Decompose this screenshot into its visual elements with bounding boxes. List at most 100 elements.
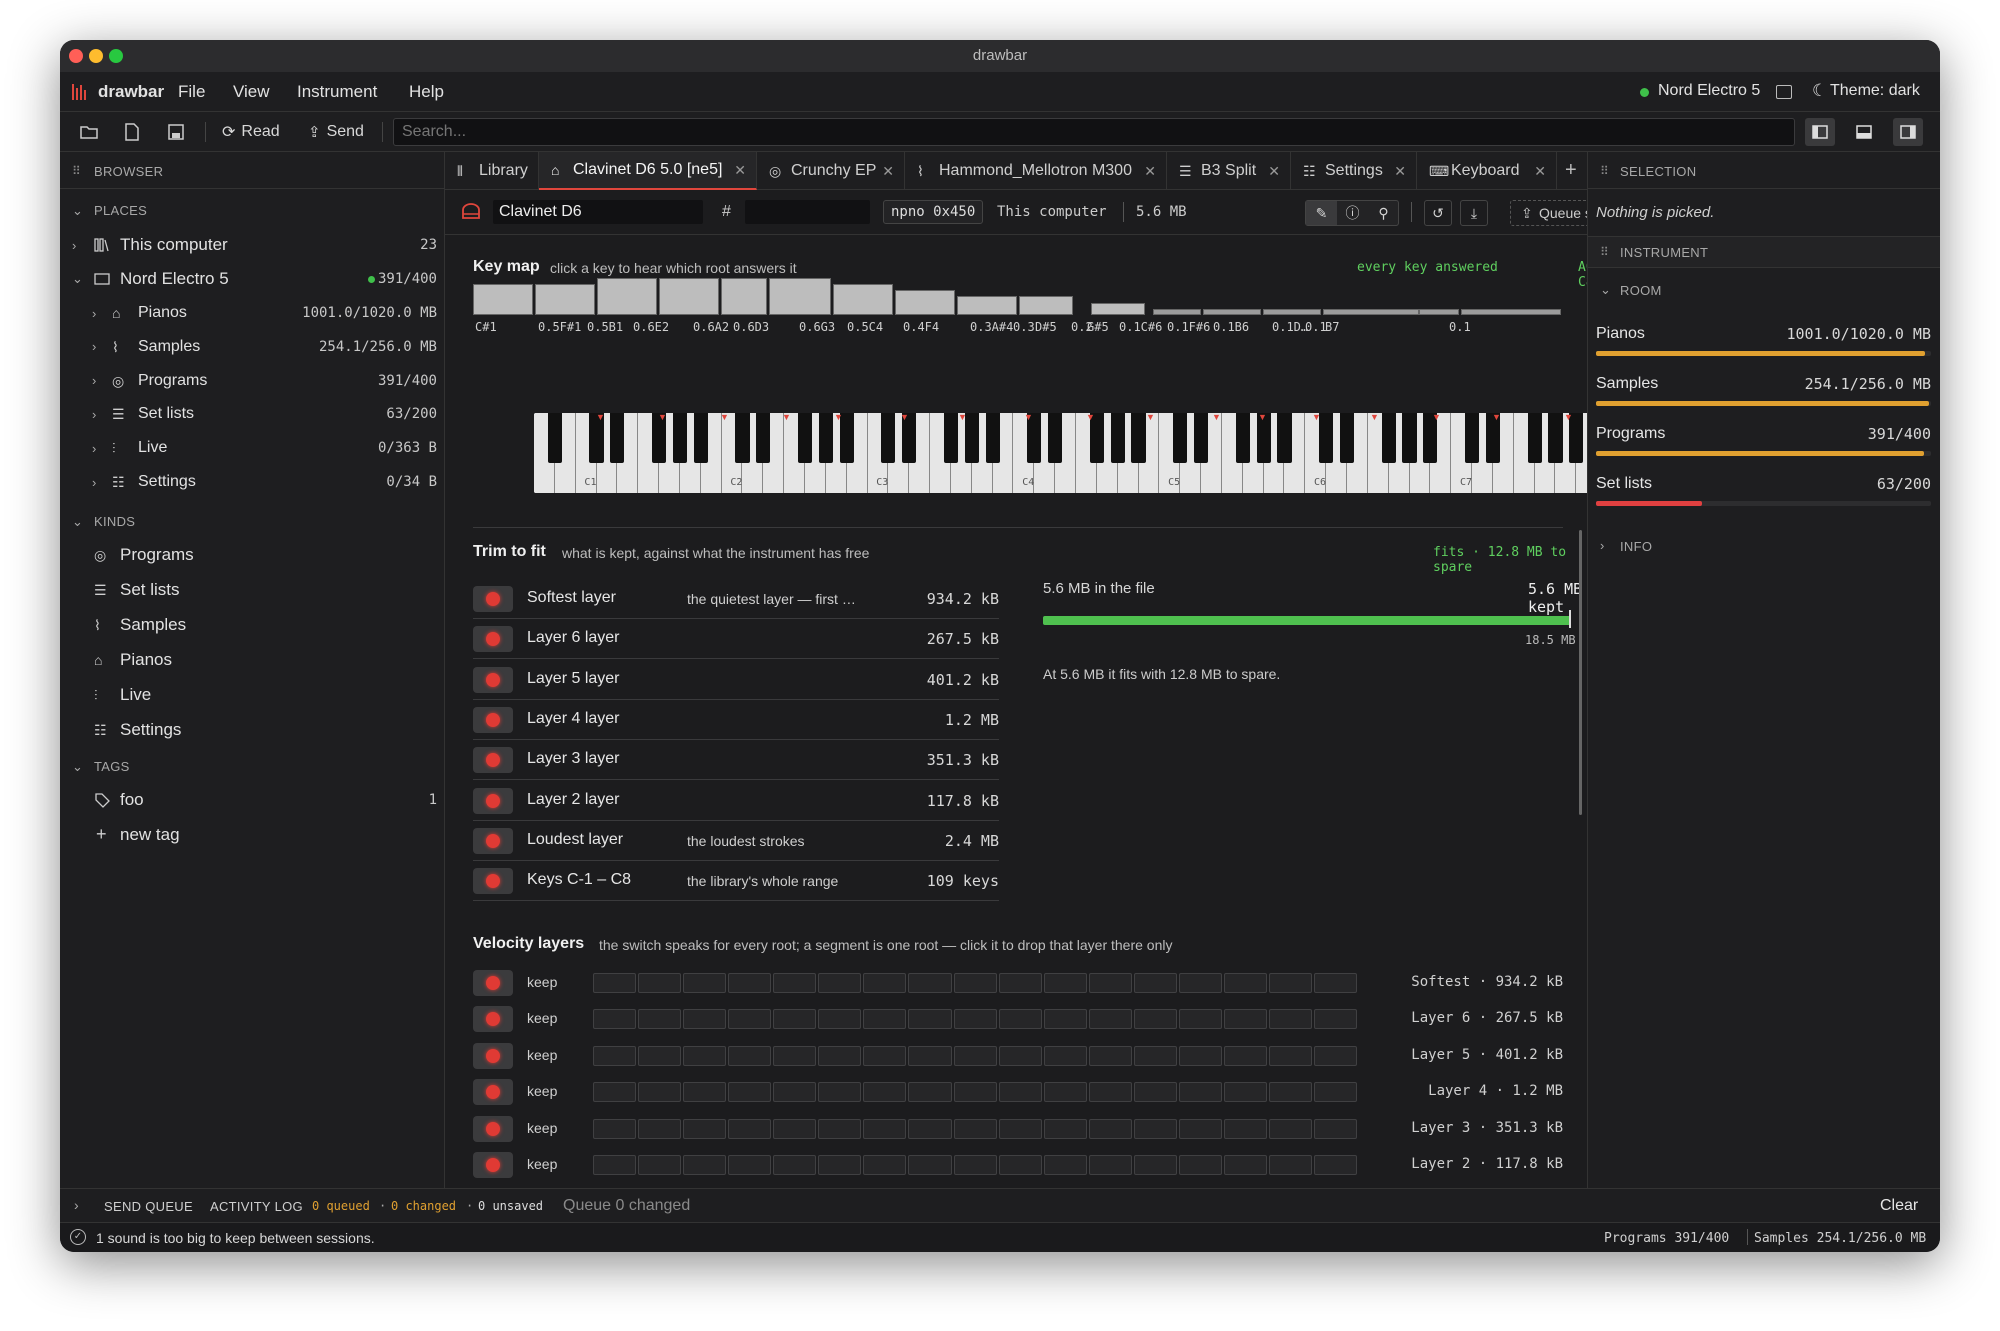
root-segment[interactable] [863,1155,907,1175]
keep-toggle[interactable] [473,666,513,693]
root-segment[interactable] [1223,1155,1267,1175]
new-tag-button[interactable]: + new tag [60,821,445,849]
root-segment[interactable] [683,1082,727,1103]
root-segment[interactable] [1268,973,1312,993]
root-segment[interactable] [1088,1118,1132,1139]
root-segment[interactable] [998,973,1042,993]
root-segment[interactable] [1223,1118,1267,1139]
black-key[interactable] [1339,413,1355,463]
root-segment[interactable] [683,973,727,993]
root-segment[interactable] [1043,1118,1087,1139]
root-bar[interactable] [833,284,893,315]
root-segment[interactable] [1314,1082,1358,1103]
root-bar[interactable] [957,296,1017,315]
black-key[interactable] [1131,413,1146,463]
hash-field[interactable] [745,200,870,224]
velocity-keep-toggle[interactable] [473,1115,513,1142]
device-item-settings[interactable]: › ☷ Settings 0/34 B [60,468,445,496]
black-key[interactable] [1048,413,1063,463]
root-segment[interactable] [1223,1045,1267,1066]
root-segment[interactable] [773,1009,817,1030]
black-key[interactable] [610,413,625,463]
tab-crunchy-ep[interactable]: ◎ Crunchy EP ✕ [757,152,905,190]
root-segment[interactable] [683,1045,727,1066]
root-segment[interactable] [998,1155,1042,1175]
close-tab-icon[interactable]: ✕ [734,162,746,179]
chevron-right-icon[interactable]: › [92,306,96,321]
chevron-right-icon[interactable]: › [72,238,76,253]
root-segment[interactable] [638,1045,682,1066]
keep-toggle[interactable] [473,706,513,733]
root-bar[interactable] [1461,308,1561,315]
root-segment[interactable] [1133,1155,1177,1175]
keep-toggle[interactable] [473,827,513,854]
black-key[interactable] [943,413,958,463]
black-key[interactable] [881,413,896,463]
root-segment[interactable] [953,1082,997,1103]
info-icon[interactable]: ⓘ [1337,201,1368,225]
black-key[interactable] [672,413,687,463]
root-segment[interactable] [1043,1082,1087,1103]
root-segment[interactable] [728,1045,772,1066]
save-button[interactable] [168,120,184,144]
chevron-down-icon[interactable]: ⌄ [72,203,83,219]
root-bar[interactable] [1323,308,1419,315]
root-segment[interactable] [998,1009,1042,1030]
zoom-window-button[interactable] [109,49,123,63]
root-segment[interactable] [1133,1118,1177,1139]
kind-item-pianos[interactable]: ⌂ Pianos [60,646,445,674]
menu-help[interactable]: Help [409,82,444,102]
chevron-right-icon[interactable]: › [92,441,96,456]
device-item-set-lists[interactable]: › ☰ Set lists 63/200 [60,400,445,428]
root-segment[interactable] [773,1155,817,1175]
root-segment[interactable] [1268,1045,1312,1066]
root-segment[interactable] [818,1045,862,1066]
drag-handle-icon[interactable]: ⠿ [72,164,81,178]
black-key[interactable] [1548,413,1563,463]
tab-hammond-mellotron[interactable]: ⌇ Hammond_Mellotron M300 ✕ [905,152,1167,190]
root-segment[interactable] [863,1082,907,1103]
root-segment[interactable] [908,1045,952,1066]
velocity-keep-toggle[interactable] [473,1006,513,1033]
piano-keyboard[interactable]: ▼▼▼▼▼▼▼▼▼▼▼▼▼▼▼▼▼C1C2C3C4C5C6C7C8 [534,413,1618,493]
keep-toggle[interactable] [473,626,513,653]
root-segment[interactable] [953,1009,997,1030]
menu-instrument[interactable]: Instrument [297,82,377,102]
kind-item-set-lists[interactable]: ☰ Set lists [60,576,445,604]
info-header[interactable]: INFO [1620,539,1652,554]
root-segment[interactable] [818,1009,862,1030]
root-segment[interactable] [908,1118,952,1139]
drag-handle-icon[interactable]: ⠿ [1600,164,1609,178]
root-segment[interactable] [1178,1045,1222,1066]
chevron-right-icon[interactable]: › [1600,538,1605,553]
activity-log-tab[interactable]: ACTIVITY LOG [210,1199,303,1214]
root-segment[interactable] [773,1045,817,1066]
root-segment[interactable] [1178,1082,1222,1103]
root-segment[interactable] [683,1009,727,1030]
close-tab-icon[interactable]: ✕ [1534,163,1546,180]
root-segment[interactable] [1268,1082,1312,1103]
root-segment[interactable] [1314,1118,1358,1139]
root-segment[interactable] [818,1118,862,1139]
root-segment[interactable] [1178,1155,1222,1175]
root-segment[interactable] [998,1082,1042,1103]
root-bar[interactable] [1263,308,1321,315]
velocity-keep-toggle[interactable] [473,1042,513,1069]
root-segment[interactable] [1268,1155,1312,1175]
root-segment[interactable] [773,973,817,993]
root-segment[interactable] [593,1045,637,1066]
chevron-right-icon[interactable]: › [92,475,96,490]
clear-button[interactable]: Clear [1880,1197,1918,1215]
velocity-keep-toggle[interactable] [473,970,513,996]
root-segment[interactable] [1314,1155,1358,1175]
close-tab-icon[interactable]: ✕ [882,163,894,180]
black-key[interactable] [1173,413,1188,463]
black-key[interactable] [1235,413,1250,463]
root-segment[interactable] [1178,1118,1222,1139]
toggle-bottom-panel-button[interactable] [1849,118,1879,146]
send-button[interactable]: ⇪ Send [308,120,364,144]
revert-button[interactable]: ↺ [1424,200,1452,226]
root-segment[interactable] [683,1155,727,1175]
root-bar[interactable] [1019,296,1073,315]
menu-file[interactable]: File [178,82,205,102]
